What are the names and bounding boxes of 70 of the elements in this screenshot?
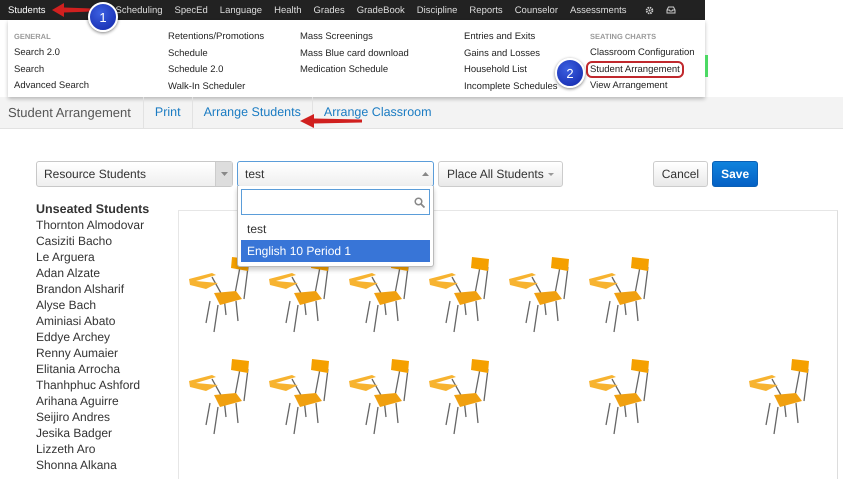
caret-icon <box>422 172 428 176</box>
pointer-arrow <box>52 3 92 17</box>
student-name[interactable]: Eddye Archey <box>36 329 178 345</box>
place-all-button[interactable]: Place All Students <box>438 161 563 187</box>
caret-icon <box>220 172 228 176</box>
nav-tab[interactable]: SpecEd <box>174 4 214 16</box>
inbox-icon[interactable] <box>666 6 676 14</box>
menu-item[interactable]: Entries and Exits <box>462 30 538 44</box>
school-desk-icon <box>188 357 250 435</box>
caret-icon <box>548 172 554 176</box>
school-desk-icon <box>588 357 650 435</box>
nav-tab[interactable]: Grades <box>314 4 351 16</box>
student-name[interactable]: Brandon Alsharif <box>36 281 178 297</box>
menu-item[interactable]: Advanced Search <box>12 79 91 92</box>
nav-tab[interactable]: Language <box>220 4 268 16</box>
student-name[interactable]: Lizzeth Aro <box>36 441 178 457</box>
group-select[interactable]: Resource Students <box>36 161 233 187</box>
student-name[interactable]: Adan Alzate <box>36 265 178 281</box>
menu-item[interactable]: Mass Blue card download <box>298 46 411 60</box>
menu-item[interactable]: Medication Schedule <box>298 63 390 76</box>
menu-item[interactable]: Student Arrangement <box>588 62 682 76</box>
search-field[interactable] <box>241 189 430 215</box>
school-desk-icon <box>508 255 570 333</box>
settings-icon[interactable] <box>644 6 654 14</box>
menu-item[interactable]: View Arrangement <box>588 79 670 92</box>
student-name[interactable]: Arihana Aguirre <box>36 393 178 409</box>
school-desk-icon <box>268 357 330 435</box>
page-title: Student Arrangement <box>8 105 131 120</box>
nav-tab[interactable]: Reports <box>469 4 509 16</box>
menu-item[interactable]: Schedule 2.0 <box>166 63 226 76</box>
nav-tab[interactable]: GradeBook <box>356 4 411 16</box>
save-button[interactable]: Save <box>712 161 758 187</box>
list-title: Unseated Students <box>36 201 150 217</box>
menu-item[interactable]: Schedule <box>166 46 210 60</box>
student-name[interactable]: Aminiasi Abato <box>36 313 178 329</box>
nav-tab[interactable]: Health <box>274 4 308 16</box>
school-desk-icon <box>428 357 490 435</box>
cancel-button[interactable]: Cancel <box>652 161 708 187</box>
nav-tab[interactable]: Assessments <box>570 4 632 16</box>
student-name[interactable]: Le Arguera <box>36 249 178 265</box>
student-name[interactable]: Shonna Alkana <box>36 457 178 473</box>
student-name[interactable]: Jesika Badger <box>36 425 178 441</box>
school-desk-icon <box>348 357 410 435</box>
nav-tab[interactable]: Discipline <box>416 4 464 16</box>
menu-item[interactable]: Search <box>12 62 46 76</box>
school-desk-icon <box>188 255 250 333</box>
school-desk-icon <box>428 255 490 333</box>
student-name[interactable]: Alyse Bach <box>36 297 178 313</box>
search-icon <box>414 196 425 208</box>
student-name[interactable]: Elitania Arrocha <box>36 361 178 377</box>
menu-item[interactable]: Mass Screenings <box>298 30 375 44</box>
student-name[interactable]: Seijiro Andres <box>36 409 178 425</box>
menu-item[interactable]: Retentions/Promotions <box>166 30 266 44</box>
menu-item[interactable]: Classroom Configuration <box>588 46 697 60</box>
menu-item[interactable]: Household List <box>462 63 529 76</box>
menu-item[interactable]: Search 2.0 <box>12 46 62 60</box>
student-name[interactable]: Thanhphuc Ashford <box>36 377 178 393</box>
student-name[interactable]: Renny Aumaier <box>36 345 178 361</box>
select-option[interactable]: English 10 Period 1 <box>241 240 430 262</box>
nav-link[interactable]: Print <box>142 97 192 128</box>
menu-item[interactable]: Gains and Losses <box>462 46 542 60</box>
nav-tab[interactable]: Counselor <box>514 4 564 16</box>
nav-tab[interactable]: Scheduling <box>116 4 169 16</box>
school-desk-icon <box>588 255 650 333</box>
menu-item[interactable]: Walk-In Scheduler <box>166 80 248 93</box>
student-name[interactable]: Thornton Almodovar <box>36 217 178 233</box>
student-name[interactable]: Casiziti Bacho <box>36 233 178 249</box>
school-desk-icon <box>748 357 810 435</box>
select-option[interactable]: test <box>241 218 430 240</box>
nav-tab[interactable]: Students <box>8 4 52 16</box>
